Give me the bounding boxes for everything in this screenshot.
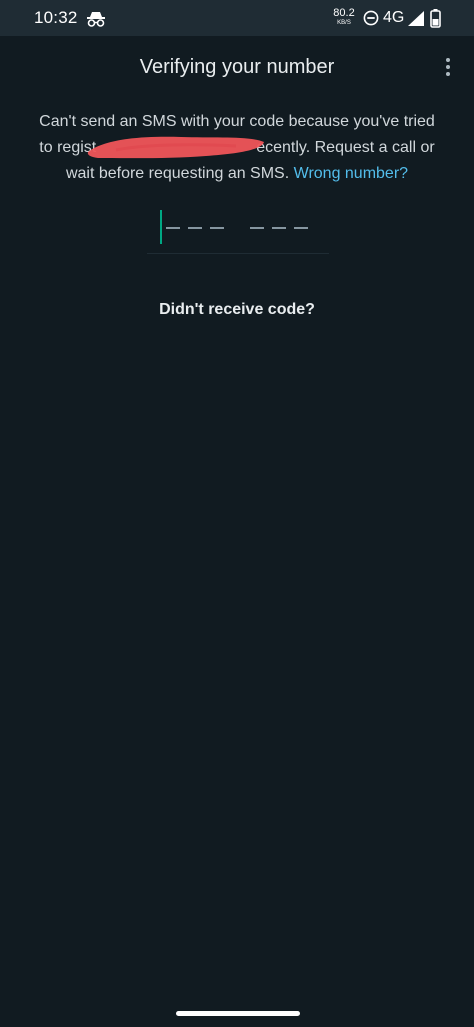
- more-vert-icon[interactable]: [440, 56, 456, 80]
- code-digit-5: [272, 227, 286, 229]
- network-speed-value: 80.2: [333, 7, 355, 19]
- home-indicator[interactable]: [176, 1011, 300, 1016]
- network-speed-unit: KB/S: [337, 20, 351, 26]
- app-bar: Verifying your number: [0, 36, 474, 104]
- code-digit-6: [294, 227, 308, 229]
- message-line-2-end: ecently. Request a call or: [256, 139, 435, 156]
- page-title: Verifying your number: [139, 56, 335, 78]
- network-speed: 80.2 KB/S: [330, 7, 358, 27]
- code-input-underline: [147, 253, 329, 254]
- code-digit-2: [188, 227, 202, 229]
- code-digit-3: [210, 227, 224, 229]
- battery-icon: [430, 9, 441, 28]
- signal-icon: [408, 11, 424, 26]
- redaction-mark: [87, 136, 264, 159]
- network-type: 4G: [383, 9, 405, 26]
- status-time: 10:32: [34, 8, 78, 27]
- message-line-3: wait before requesting an SMS.: [65, 165, 290, 182]
- code-input[interactable]: [147, 206, 329, 254]
- code-digit-4: [250, 227, 264, 229]
- incognito-icon: [87, 12, 105, 27]
- didnt-receive-code-button[interactable]: Didn't receive code?: [0, 301, 474, 319]
- text-cursor: [160, 210, 162, 244]
- do-not-disturb-icon: [363, 10, 379, 26]
- status-bar: 10:32 80.2 KB/S 4G: [0, 0, 474, 36]
- wrong-number-link[interactable]: Wrong number?: [294, 165, 408, 182]
- code-digit-1: [166, 227, 180, 229]
